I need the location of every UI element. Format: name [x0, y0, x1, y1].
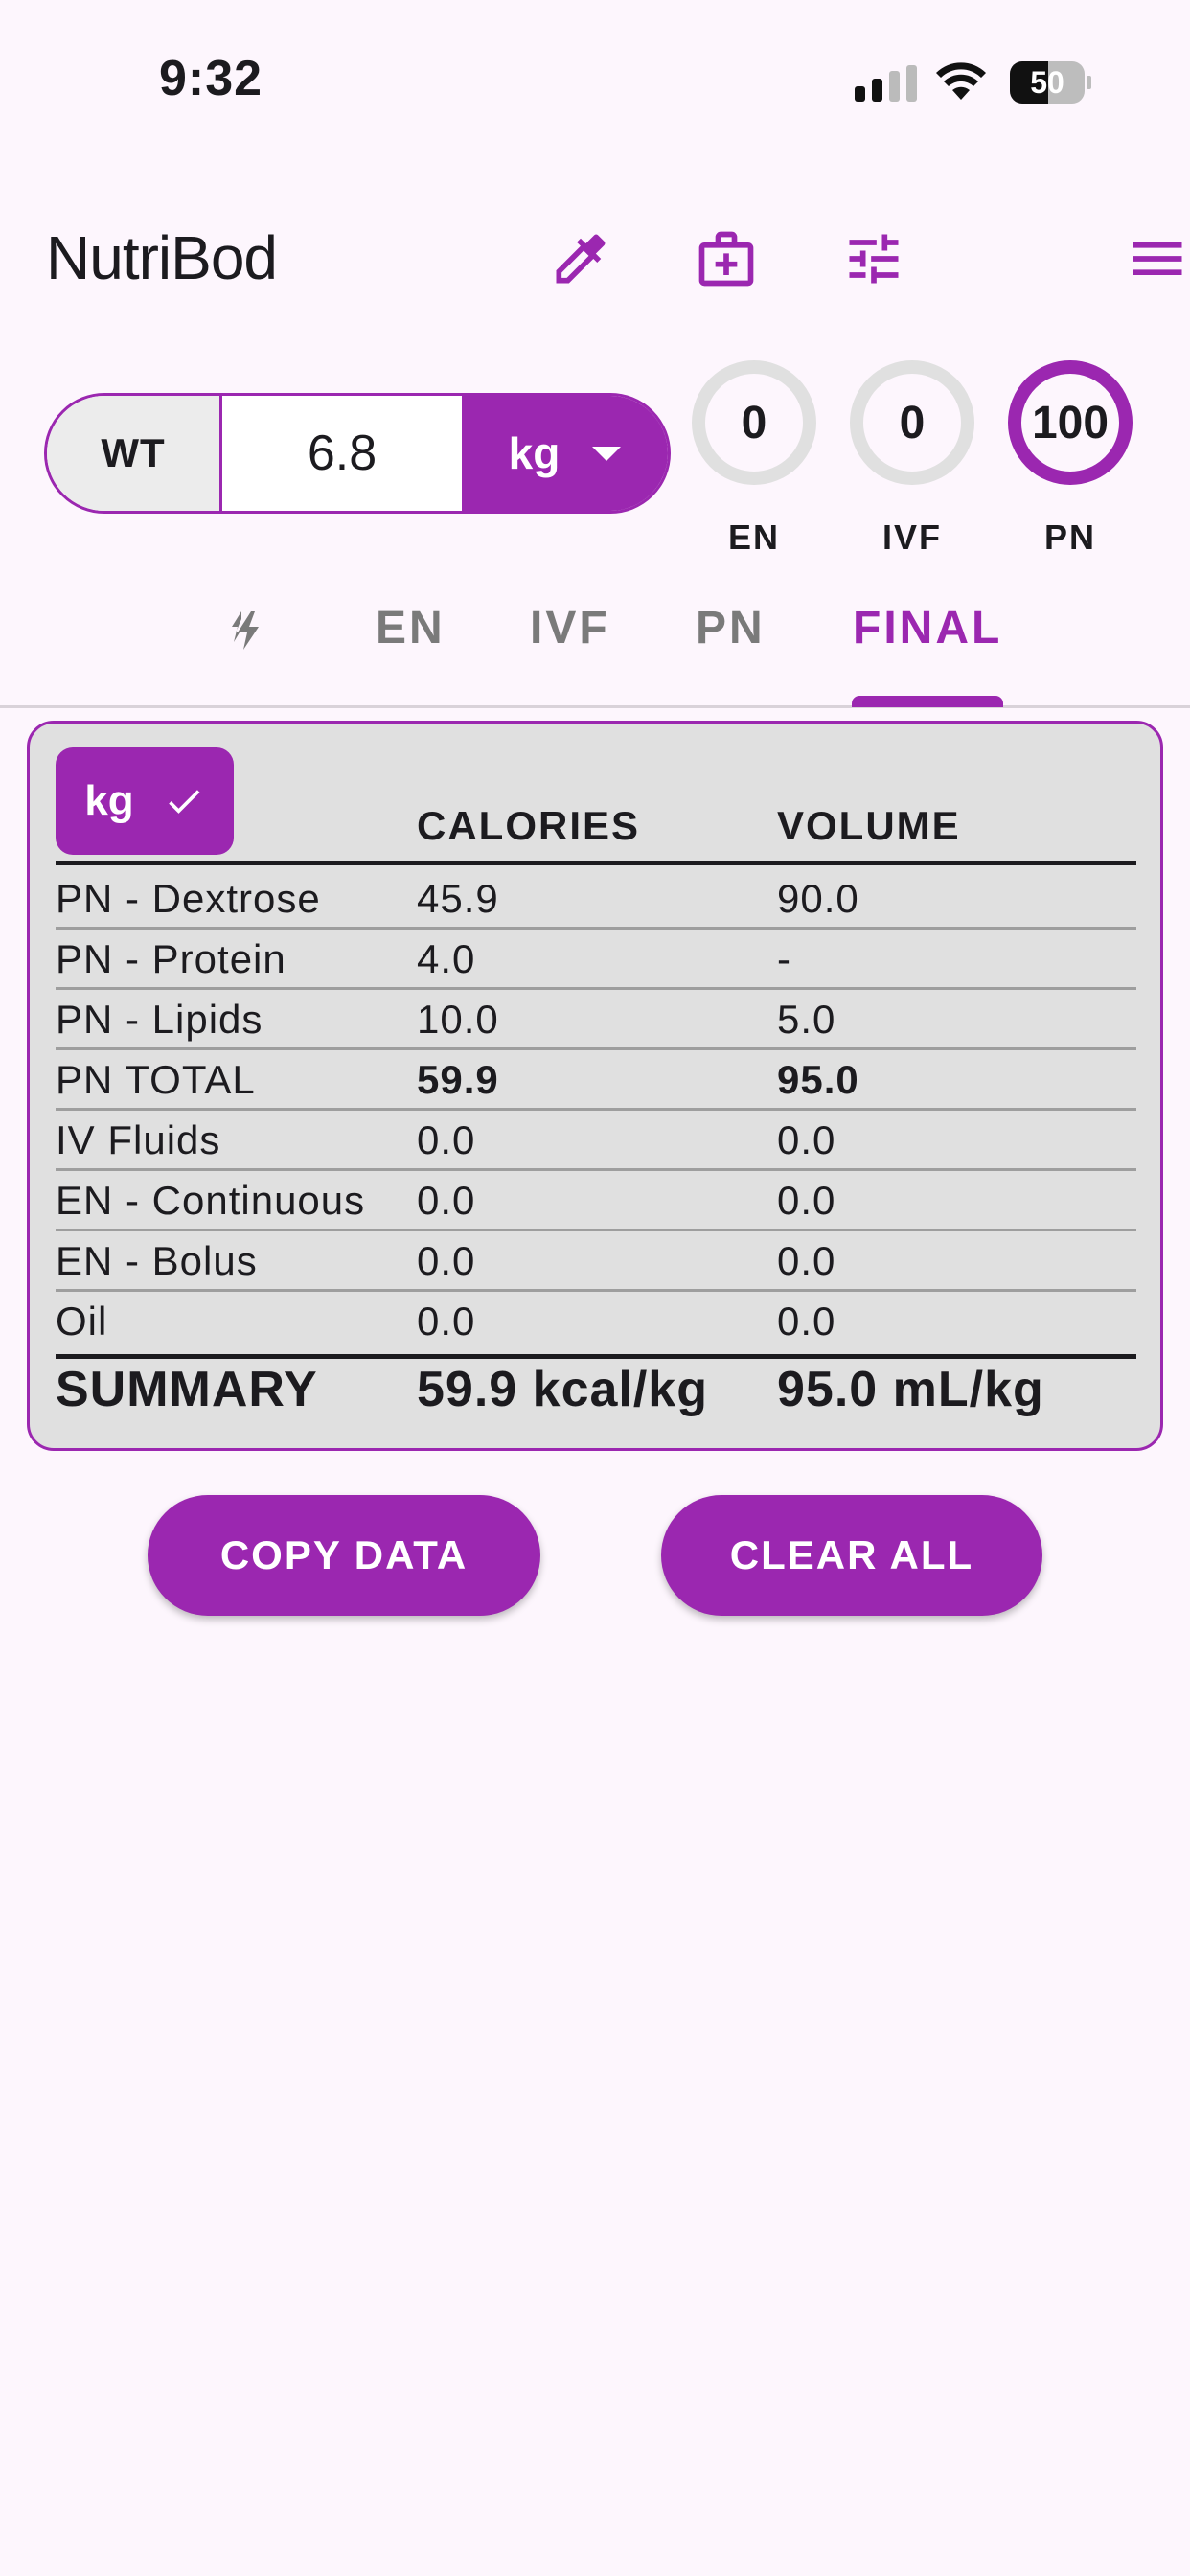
row-divider — [56, 1047, 1136, 1050]
unit-label: kg — [508, 428, 561, 478]
pn-ring-label: PN — [1043, 518, 1096, 557]
wifi-icon — [936, 62, 986, 100]
row-volume: - — [777, 936, 791, 981]
pn-percent-ring: 100 — [1008, 360, 1133, 485]
row-volume: 0.0 — [777, 1238, 836, 1283]
menu-icon[interactable] — [1119, 220, 1190, 297]
row-divider — [56, 1168, 1136, 1171]
summary-calories: 59.9 kcal/kg — [417, 1362, 708, 1417]
en-percent-ring: 0 — [692, 360, 816, 485]
row-name: PN TOTAL — [56, 1057, 256, 1102]
row-calories: 0.0 — [417, 1117, 476, 1162]
tabs-divider — [0, 705, 1190, 708]
tab-pn[interactable]: PN — [696, 602, 766, 655]
row-name: PN - Lipids — [56, 997, 263, 1042]
row-calories: 45.9 — [417, 876, 499, 921]
volume-header: VOLUME — [777, 803, 961, 848]
tab-final[interactable]: FINAL — [853, 602, 1002, 655]
unit-dropdown[interactable]: kg — [462, 396, 668, 511]
weight-input[interactable] — [222, 396, 462, 511]
tab-quick[interactable] — [226, 608, 272, 665]
row-volume: 0.0 — [777, 1178, 836, 1223]
row-divider — [56, 1108, 1136, 1111]
row-name: EN - Bolus — [56, 1238, 258, 1283]
weight-control: WT kg — [44, 393, 671, 514]
tab-ivf[interactable]: IVF — [530, 602, 610, 655]
row-name: PN - Dextrose — [56, 876, 321, 921]
battery-level: 50 — [1030, 64, 1064, 100]
eyedropper-icon[interactable] — [542, 220, 619, 297]
row-calories: 10.0 — [417, 997, 499, 1042]
weight-label: WT — [47, 396, 222, 511]
cellular-signal-icon — [855, 65, 917, 102]
en-ring-label: EN — [727, 518, 780, 557]
ivf-percent-value: 0 — [899, 397, 926, 448]
battery-icon: 50 — [1010, 61, 1092, 104]
summary-label: SUMMARY — [56, 1362, 318, 1417]
row-volume: 5.0 — [777, 997, 836, 1042]
pn-percent-value: 100 — [1031, 397, 1110, 448]
row-volume: 90.0 — [777, 876, 859, 921]
copy-data-button[interactable]: COPY DATA — [148, 1495, 540, 1616]
active-tab-indicator — [852, 696, 1003, 707]
ivf-percent-ring: 0 — [850, 360, 974, 485]
tune-icon[interactable] — [835, 220, 912, 297]
row-name: PN - Protein — [56, 936, 286, 981]
summary-volume: 95.0 mL/kg — [777, 1362, 1044, 1417]
row-divider — [56, 927, 1136, 930]
row-volume: 0.0 — [777, 1299, 836, 1344]
kg-chip-label: kg — [84, 777, 134, 824]
row-calories: 0.0 — [417, 1299, 476, 1344]
chevron-down-icon — [592, 446, 622, 461]
row-volume: 0.0 — [777, 1117, 836, 1162]
ivf-ring-label: IVF — [881, 518, 942, 557]
row-divider — [56, 1289, 1136, 1292]
row-calories: 0.0 — [417, 1178, 476, 1223]
summary-divider — [56, 1354, 1136, 1359]
row-calories: 4.0 — [417, 936, 476, 981]
row-volume: 95.0 — [777, 1057, 859, 1102]
clear-all-button[interactable]: CLEAR ALL — [661, 1495, 1042, 1616]
en-percent-value: 0 — [741, 397, 767, 448]
tab-en[interactable]: EN — [376, 602, 446, 655]
kg-toggle-chip[interactable]: kg — [56, 748, 234, 855]
calories-header: CALORIES — [417, 803, 641, 848]
row-name: IV Fluids — [56, 1117, 221, 1162]
row-calories: 59.9 — [417, 1057, 499, 1102]
row-calories: 0.0 — [417, 1238, 476, 1283]
app-title: NutriBod — [46, 223, 278, 292]
row-name: EN - Continuous — [56, 1178, 366, 1223]
status-time: 9:32 — [159, 51, 263, 106]
medical-kit-icon[interactable] — [688, 220, 765, 297]
flash-icon — [232, 611, 259, 650]
check-icon — [168, 790, 200, 814]
header-divider — [56, 861, 1136, 865]
row-divider — [56, 987, 1136, 990]
row-divider — [56, 1229, 1136, 1231]
row-name: Oil — [56, 1299, 108, 1344]
